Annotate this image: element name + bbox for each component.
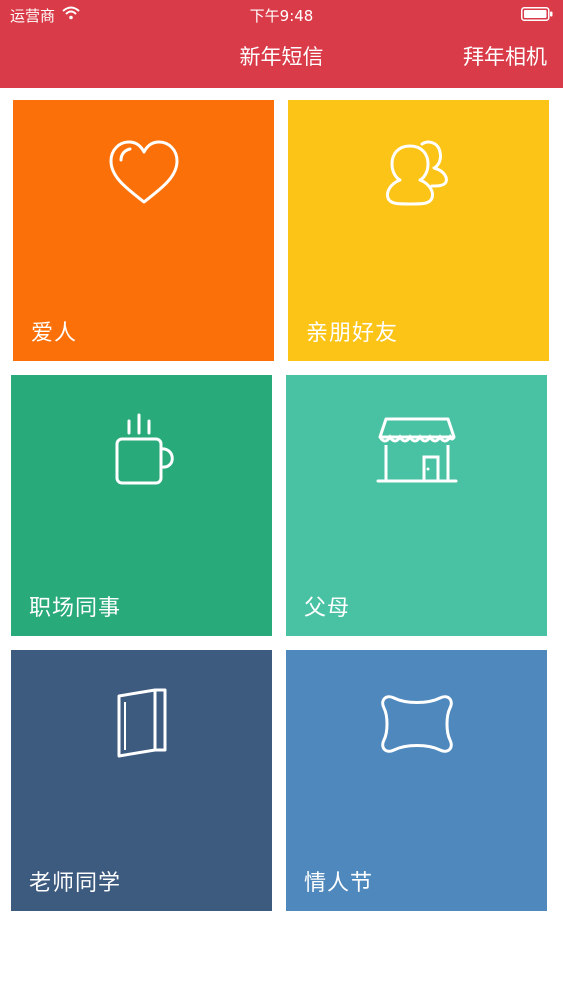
friends-icon [374,130,464,220]
status-time: 下午9:48 [249,7,314,25]
pillow-icon [372,680,462,770]
heart-icon [99,130,189,220]
tile-colleagues[interactable]: 职场同事 [11,375,272,636]
tile-label: 父母 [304,596,351,621]
tile-teachers[interactable]: 老师同学 [11,650,272,911]
status-bar: 运营商 下午9:48 [0,0,563,30]
screen: 运营商 下午9:48 新年短信 拜年相机 爱人 亲朋好友 职场同事 父母 老师同… [0,0,563,1000]
tile-valentine[interactable]: 情人节 [286,650,547,911]
battery-icon [521,7,553,21]
camera-button[interactable]: 拜年相机 [463,41,547,71]
tile-label: 老师同学 [29,871,122,896]
tile-lover[interactable]: 爱人 [13,100,274,361]
header: 运营商 下午9:48 新年短信 拜年相机 [0,0,563,88]
book-icon [97,680,187,770]
tile-label: 情人节 [304,871,374,896]
tile-label: 职场同事 [29,596,122,621]
tile-friends[interactable]: 亲朋好友 [288,100,549,361]
tile-label: 亲朋好友 [306,321,399,346]
nav-bar: 新年短信 拜年相机 [0,30,563,88]
tile-label: 爱人 [31,321,78,346]
tile-parents[interactable]: 父母 [286,375,547,636]
shop-icon [372,405,462,495]
coffee-mug-icon [97,405,187,495]
